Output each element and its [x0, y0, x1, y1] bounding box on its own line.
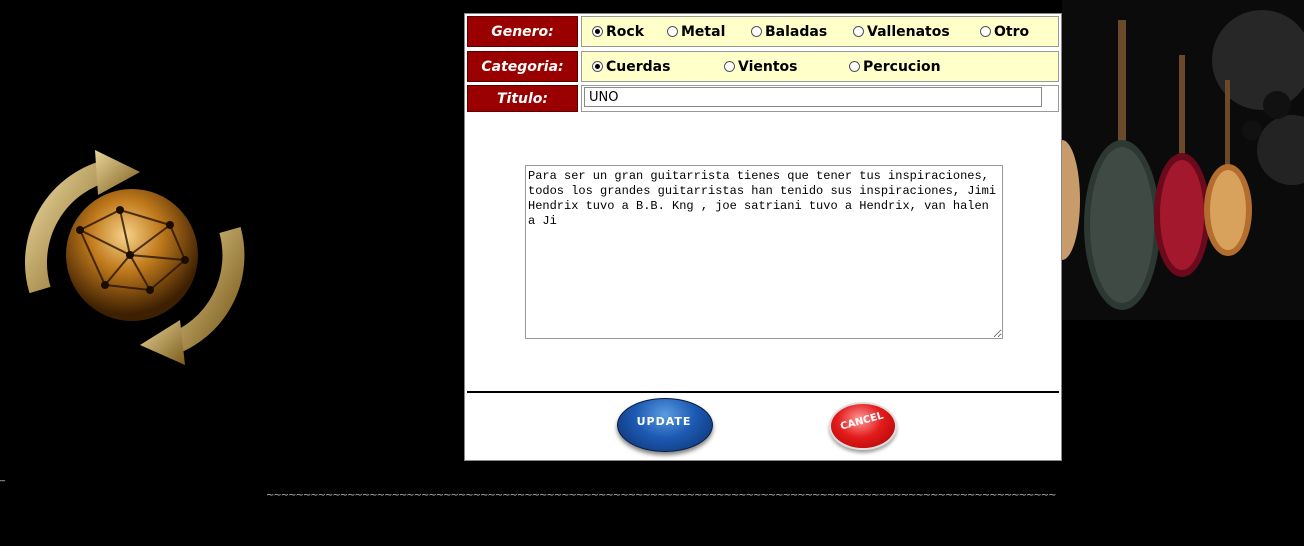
titulo-label: Titulo: [467, 85, 578, 112]
categoria-row: Categoria: Cuerdas Vientos Percucion [467, 51, 1059, 82]
edit-form: Genero: Rock Metal Baladas Vallenatos Ot… [464, 13, 1062, 461]
categoria-option-cuerdas[interactable]: Cuerdas [592, 52, 670, 81]
genero-row: Genero: Rock Metal Baladas Vallenatos Ot… [467, 16, 1059, 47]
small-mark: _ [0, 471, 5, 482]
cancel-button[interactable]: CANCEL [827, 400, 897, 450]
radio-icon[interactable] [853, 26, 864, 37]
footer-divider: ~~~~~~~~~~~~~~~~~~~~~~~~~~~~~~~~~~~~~~~~… [266, 490, 1056, 501]
description-textarea[interactable]: Para ser un gran guitarrista tienes que … [525, 165, 1003, 339]
genero-label: Genero: [467, 16, 578, 47]
categoria-option-vientos[interactable]: Vientos [724, 52, 798, 81]
genero-option-baladas[interactable]: Baladas [751, 17, 827, 46]
radio-icon[interactable] [724, 61, 735, 72]
update-button[interactable]: UPDATE [615, 396, 713, 452]
titulo-input[interactable] [584, 87, 1042, 107]
globe-refresh-icon [0, 140, 270, 380]
titulo-row: Titulo: [467, 85, 1059, 112]
titulo-field-cell [581, 85, 1059, 112]
radio-icon[interactable] [980, 26, 991, 37]
categoria-options: Cuerdas Vientos Percucion [581, 51, 1059, 82]
description-section: Para ser un gran guitarrista tienes que … [467, 114, 1059, 393]
genero-option-metal[interactable]: Metal [667, 17, 725, 46]
genero-option-otro[interactable]: Otro [980, 17, 1029, 46]
radio-icon[interactable] [751, 26, 762, 37]
radio-icon[interactable] [849, 61, 860, 72]
guitars-image [1062, 0, 1304, 320]
genero-option-rock[interactable]: Rock [592, 17, 644, 46]
radio-selected-icon[interactable] [592, 61, 603, 72]
radio-icon[interactable] [667, 26, 678, 37]
genero-option-vallenatos[interactable]: Vallenatos [853, 17, 950, 46]
update-button-label: UPDATE [636, 415, 692, 428]
radio-selected-icon[interactable] [592, 26, 603, 37]
categoria-label: Categoria: [467, 51, 578, 82]
categoria-option-percucion[interactable]: Percucion [849, 52, 941, 81]
genero-options: Rock Metal Baladas Vallenatos Otro [581, 16, 1059, 47]
